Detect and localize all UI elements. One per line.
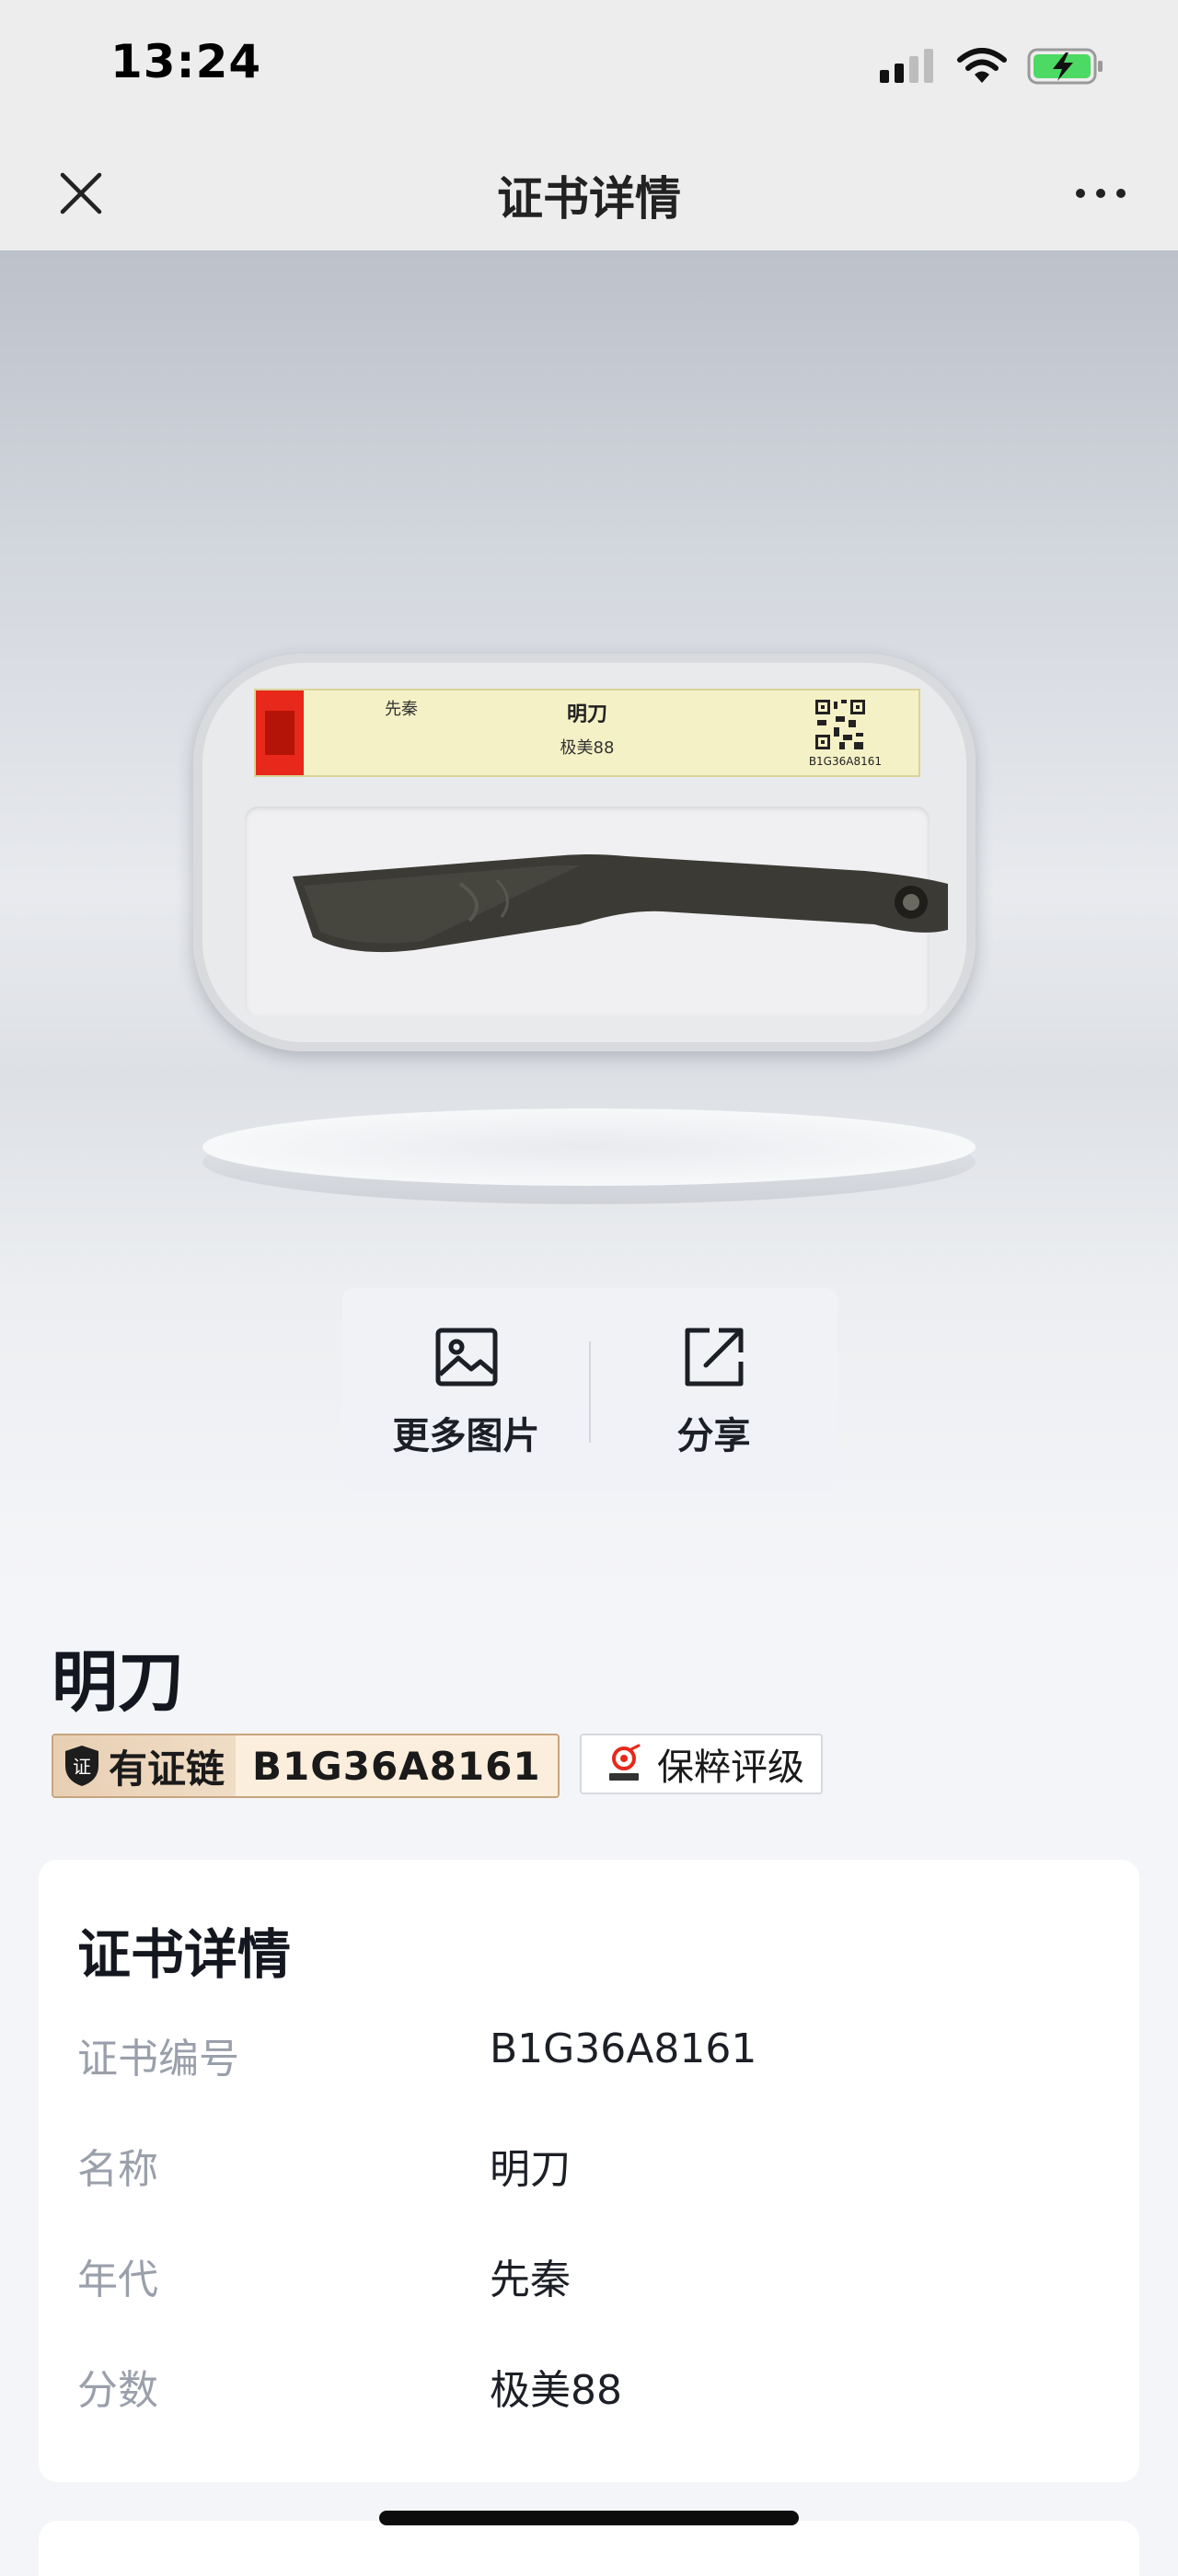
share-button[interactable]: 分享 bbox=[590, 1288, 837, 1491]
chain-label: 有证链 bbox=[109, 1746, 225, 1792]
more-images-button[interactable]: 更多图片 bbox=[342, 1288, 590, 1491]
detail-label: 年代 bbox=[77, 2257, 158, 2303]
slab-frame bbox=[193, 654, 976, 1051]
detail-row-name: 名称 明刀 bbox=[77, 2136, 1090, 2200]
item-title: 明刀 bbox=[52, 1643, 185, 1721]
battery-charging-icon bbox=[1027, 48, 1103, 85]
detail-label: 分数 bbox=[77, 2367, 158, 2414]
grading-logo-icon bbox=[609, 1744, 641, 1781]
nav-bar: 证书详情 bbox=[0, 136, 1178, 250]
status-icons bbox=[878, 46, 1104, 87]
details-heading: 证书详情 bbox=[77, 1923, 292, 1986]
certificate-chain-badge[interactable]: 证 有证链 B1G36A8161 bbox=[52, 1734, 560, 1798]
detail-value: 先秦 bbox=[490, 2257, 571, 2303]
cellular-signal-icon bbox=[880, 49, 933, 83]
svg-text:证: 证 bbox=[73, 1756, 91, 1778]
share-icon bbox=[685, 1328, 743, 1387]
grading-company-badge[interactable]: 保粹评级 bbox=[580, 1734, 823, 1794]
display-pedestal bbox=[202, 1108, 976, 1204]
status-bar: 13:24 bbox=[0, 0, 1178, 136]
chain-code: B1G36A8161 bbox=[236, 1735, 558, 1796]
detail-value: 极美88 bbox=[490, 2367, 622, 2414]
graded-coin-slab-image[interactable]: 先秦 明刀 极美88 B1G36A8161 bbox=[193, 654, 976, 1051]
page-title: 证书详情 bbox=[497, 172, 681, 226]
next-section-card bbox=[39, 2521, 1139, 2576]
home-indicator bbox=[379, 2511, 799, 2525]
shield-certificate-icon: 证 bbox=[65, 1746, 98, 1786]
detail-label: 证书编号 bbox=[77, 2036, 239, 2083]
status-time: 13:24 bbox=[110, 35, 262, 88]
detail-row-grade: 分数 极美88 bbox=[77, 2357, 1090, 2421]
detail-row-cert-number: 证书编号 B1G36A8161 bbox=[77, 2025, 1090, 2090]
detail-value: 明刀 bbox=[490, 2146, 571, 2193]
detail-row-era: 年代 先秦 bbox=[77, 2246, 1090, 2311]
detail-value: B1G36A8161 bbox=[490, 2025, 757, 2072]
grading-label: 保粹评级 bbox=[657, 1746, 804, 1789]
more-horizontal-icon bbox=[1076, 189, 1126, 198]
action-card: 更多图片 分享 bbox=[342, 1288, 837, 1491]
hero-section: 先秦 明刀 极美88 B1G36A8161 更多图片 分享 bbox=[0, 250, 1178, 1585]
image-icon bbox=[435, 1328, 497, 1387]
share-label: 分享 bbox=[676, 1415, 751, 1457]
certificate-details-card: 证书详情 证书编号 B1G36A8161 名称 明刀 年代 先秦 分数 极美88 bbox=[39, 1860, 1139, 2482]
more-button[interactable] bbox=[1068, 164, 1134, 223]
detail-label: 名称 bbox=[77, 2146, 158, 2193]
wifi-icon bbox=[957, 48, 1007, 83]
more-images-label: 更多图片 bbox=[392, 1415, 540, 1457]
